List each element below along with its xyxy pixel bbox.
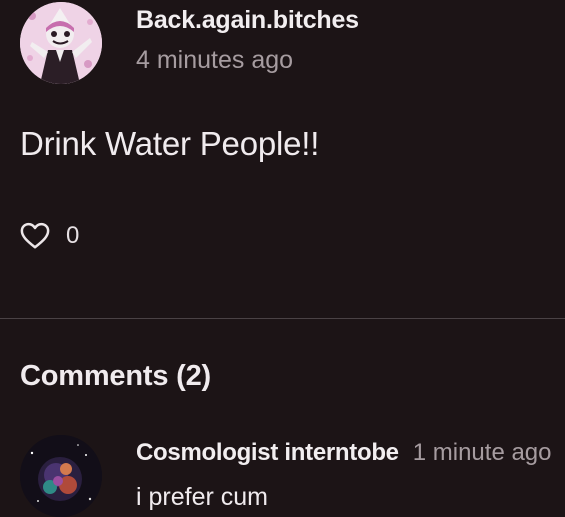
- author-avatar[interactable]: [20, 2, 102, 84]
- post-body-text: Drink Water People!!: [20, 125, 320, 162]
- comment-author-name[interactable]: Cosmologist interntobe: [136, 439, 399, 466]
- post-author-name[interactable]: Back.again.bitches: [136, 5, 359, 35]
- commenter-avatar-image: [20, 435, 102, 517]
- heart-outline-icon[interactable]: [20, 222, 50, 250]
- post-timestamp: 4 minutes ago: [136, 46, 294, 74]
- comment-timestamp: 1 minute ago: [412, 439, 552, 466]
- like-row: 0: [20, 220, 79, 252]
- author-avatar-image: [20, 2, 102, 84]
- section-divider: [0, 318, 565, 319]
- comment-author-line: Cosmologist interntobe 1 minute ago: [136, 439, 552, 468]
- comments-heading: Comments (2): [20, 360, 211, 392]
- commenter-avatar[interactable]: [20, 435, 102, 517]
- comment-content: Cosmologist interntobe 1 minute ago i pre…: [136, 439, 552, 512]
- comment-item: Cosmologist interntobe 1 minute ago i pre…: [20, 435, 552, 517]
- like-count: 0: [66, 222, 80, 249]
- post-header: Back.again.bitches 4 minutes ago: [20, 2, 359, 84]
- comment-text: i prefer cum: [136, 482, 268, 511]
- author-block: Back.again.bitches 4 minutes ago: [136, 5, 359, 75]
